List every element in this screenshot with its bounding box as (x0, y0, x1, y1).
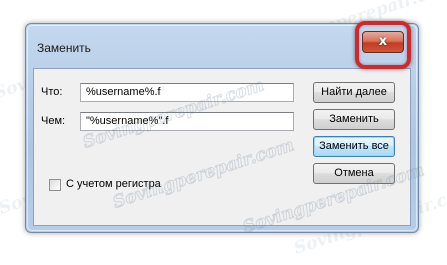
close-button[interactable]: x (362, 31, 404, 53)
replace-all-button[interactable]: Заменить все (313, 136, 395, 157)
replace-input[interactable]: "%username%".f (80, 112, 294, 131)
watermark: Sovingperepair.com (110, 135, 297, 213)
replace-button[interactable]: Заменить (313, 109, 395, 130)
find-input[interactable]: %username%.f (80, 83, 294, 102)
match-case-checkbox[interactable] (49, 179, 61, 191)
match-case-label: С учетом регистра (66, 178, 161, 190)
window-title: Заменить (37, 41, 91, 55)
find-next-button[interactable]: Найти далее (313, 82, 395, 103)
dialog-client-area: Что: %username%.f Чем: "%username%".f На… (33, 68, 427, 238)
cancel-button[interactable]: Отмена (313, 163, 395, 184)
replace-label: Чем: (41, 115, 66, 127)
find-label: Что: (41, 86, 63, 98)
screenshot-stage: Sovingperepair.com Sovingperepair.com So… (0, 0, 447, 265)
close-icon: x (378, 34, 388, 49)
replace-dialog: Заменить x Что: %username%.f Чем: "%user… (25, 23, 427, 238)
